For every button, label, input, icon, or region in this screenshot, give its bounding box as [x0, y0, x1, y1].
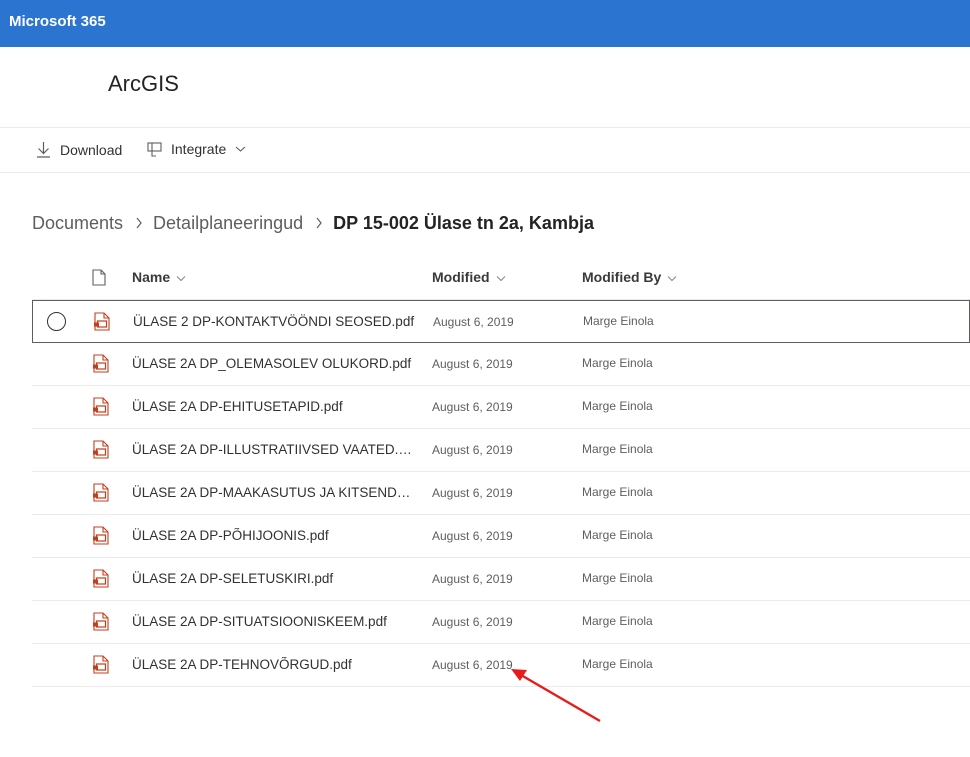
- column-modified-by-label: Modified By: [582, 269, 662, 285]
- modified-by-user[interactable]: Marge Einola: [582, 657, 653, 671]
- column-modified-label: Modified: [432, 269, 490, 285]
- table-row[interactable]: ÜLASE 2A DP-SELETUSKIRI.pdf August 6, 201…: [32, 558, 970, 601]
- chevron-down-icon: [667, 269, 677, 285]
- table-row[interactable]: ÜLASE 2A DP_OLEMASOLEV OLUKORD.pdf August…: [32, 343, 970, 386]
- chevron-down-icon: [176, 269, 186, 285]
- row-select-radio[interactable]: [47, 312, 66, 331]
- pdf-file-icon: [93, 655, 109, 677]
- chevron-down-icon: [496, 269, 506, 285]
- modified-by-user[interactable]: Marge Einola: [582, 356, 653, 370]
- breadcrumb-current: DP 15-002 Ülase tn 2a, Kambja: [333, 212, 594, 233]
- breadcrumb-item-documents[interactable]: Documents: [32, 213, 123, 234]
- file-name-link[interactable]: ÜLASE 2A DP-SELETUSKIRI.pdf: [132, 571, 414, 586]
- modified-date: August 6, 2019: [432, 658, 513, 672]
- file-name-link[interactable]: ÜLASE 2A DP-ILLUSTRATIIVSED VAATED.pdf: [132, 442, 414, 457]
- modified-by-user[interactable]: Marge Einola: [583, 314, 654, 328]
- file-type-icon[interactable]: [92, 269, 106, 289]
- table-row[interactable]: ÜLASE 2A DP-MAAKASUTUS JA KITSENDUSED.pd…: [32, 472, 970, 515]
- list-header: Name Modified Modified By: [32, 256, 970, 300]
- column-name-label: Name: [132, 269, 171, 285]
- table-row[interactable]: ÜLASE 2A DP-EHITUSETAPID.pdf August 6, 20…: [32, 386, 970, 429]
- modified-by-user[interactable]: Marge Einola: [582, 614, 653, 628]
- modified-date: August 6, 2019: [432, 615, 513, 629]
- column-header-name[interactable]: Name: [132, 269, 186, 285]
- file-name-link[interactable]: ÜLASE 2A DP-EHITUSETAPID.pdf: [132, 399, 414, 414]
- pdf-file-icon: [93, 354, 109, 376]
- chevron-right-icon: [315, 217, 323, 229]
- file-name-link[interactable]: ÜLASE 2A DP-PÕHIJOONIS.pdf: [132, 528, 414, 543]
- modified-date: August 6, 2019: [432, 443, 513, 457]
- modified-by-user[interactable]: Marge Einola: [582, 485, 653, 499]
- chevron-down-icon: [235, 145, 246, 153]
- suite-header: Microsoft 365: [0, 0, 970, 47]
- table-row[interactable]: ÜLASE 2 DP-KONTAKTVÖÖNDI SEOSED.pdf Augus…: [32, 300, 970, 343]
- breadcrumb-item-detailplaneeringud[interactable]: Detailplaneeringud: [153, 213, 303, 234]
- modified-by-user[interactable]: Marge Einola: [582, 571, 653, 585]
- file-name-link[interactable]: ÜLASE 2A DP-MAAKASUTUS JA KITSENDUSED.pd…: [132, 485, 414, 500]
- pdf-file-icon: [93, 612, 109, 634]
- app-launcher-brand[interactable]: Microsoft 365: [9, 13, 106, 30]
- modified-by-user[interactable]: Marge Einola: [582, 528, 653, 542]
- breadcrumb: Documents Detailplaneeringud DP 15-002 Ü…: [32, 211, 594, 235]
- file-name-link[interactable]: ÜLASE 2A DP-SITUATSIOONISKEEM.pdf: [132, 614, 414, 629]
- modified-date: August 6, 2019: [432, 529, 513, 543]
- modified-date: August 6, 2019: [432, 357, 513, 371]
- table-row[interactable]: ÜLASE 2A DP-PÕHIJOONIS.pdf August 6, 2019…: [32, 515, 970, 558]
- column-header-modified[interactable]: Modified: [432, 269, 506, 285]
- file-list: Name Modified Modified By ÜLASE 2 DP-KON…: [32, 256, 970, 687]
- download-icon: [36, 141, 51, 158]
- modified-by-user[interactable]: Marge Einola: [582, 442, 653, 456]
- pdf-file-icon: [93, 526, 109, 548]
- modified-date: August 6, 2019: [432, 572, 513, 586]
- file-name-link[interactable]: ÜLASE 2A DP_OLEMASOLEV OLUKORD.pdf: [132, 356, 414, 371]
- site-title[interactable]: ArcGIS: [108, 71, 179, 97]
- modified-date: August 6, 2019: [432, 400, 513, 414]
- pdf-file-icon: [94, 312, 110, 334]
- modified-date: August 6, 2019: [433, 315, 514, 329]
- modified-by-user[interactable]: Marge Einola: [582, 399, 653, 413]
- table-row[interactable]: ÜLASE 2A DP-TEHNOVÕRGUD.pdf August 6, 201…: [32, 644, 970, 687]
- pdf-file-icon: [93, 483, 109, 505]
- site-header: ArcGIS: [0, 47, 970, 128]
- integrate-label: Integrate: [171, 141, 227, 157]
- table-row[interactable]: ÜLASE 2A DP-ILLUSTRATIIVSED VAATED.pdf Au…: [32, 429, 970, 472]
- pdf-file-icon: [93, 569, 109, 591]
- file-name-link[interactable]: ÜLASE 2 DP-KONTAKTVÖÖNDI SEOSED.pdf: [133, 314, 415, 329]
- pdf-file-icon: [93, 397, 109, 419]
- command-bar: Download Integrate: [0, 128, 970, 173]
- download-label: Download: [60, 141, 123, 158]
- integrate-icon: [147, 141, 162, 157]
- column-header-modified-by[interactable]: Modified By: [582, 269, 677, 285]
- download-button[interactable]: Download: [36, 141, 122, 158]
- integrate-button[interactable]: Integrate: [147, 141, 246, 157]
- chevron-right-icon: [135, 217, 143, 229]
- file-name-link[interactable]: ÜLASE 2A DP-TEHNOVÕRGUD.pdf: [132, 657, 414, 672]
- modified-date: August 6, 2019: [432, 486, 513, 500]
- pdf-file-icon: [93, 440, 109, 462]
- table-row[interactable]: ÜLASE 2A DP-SITUATSIOONISKEEM.pdf August …: [32, 601, 970, 644]
